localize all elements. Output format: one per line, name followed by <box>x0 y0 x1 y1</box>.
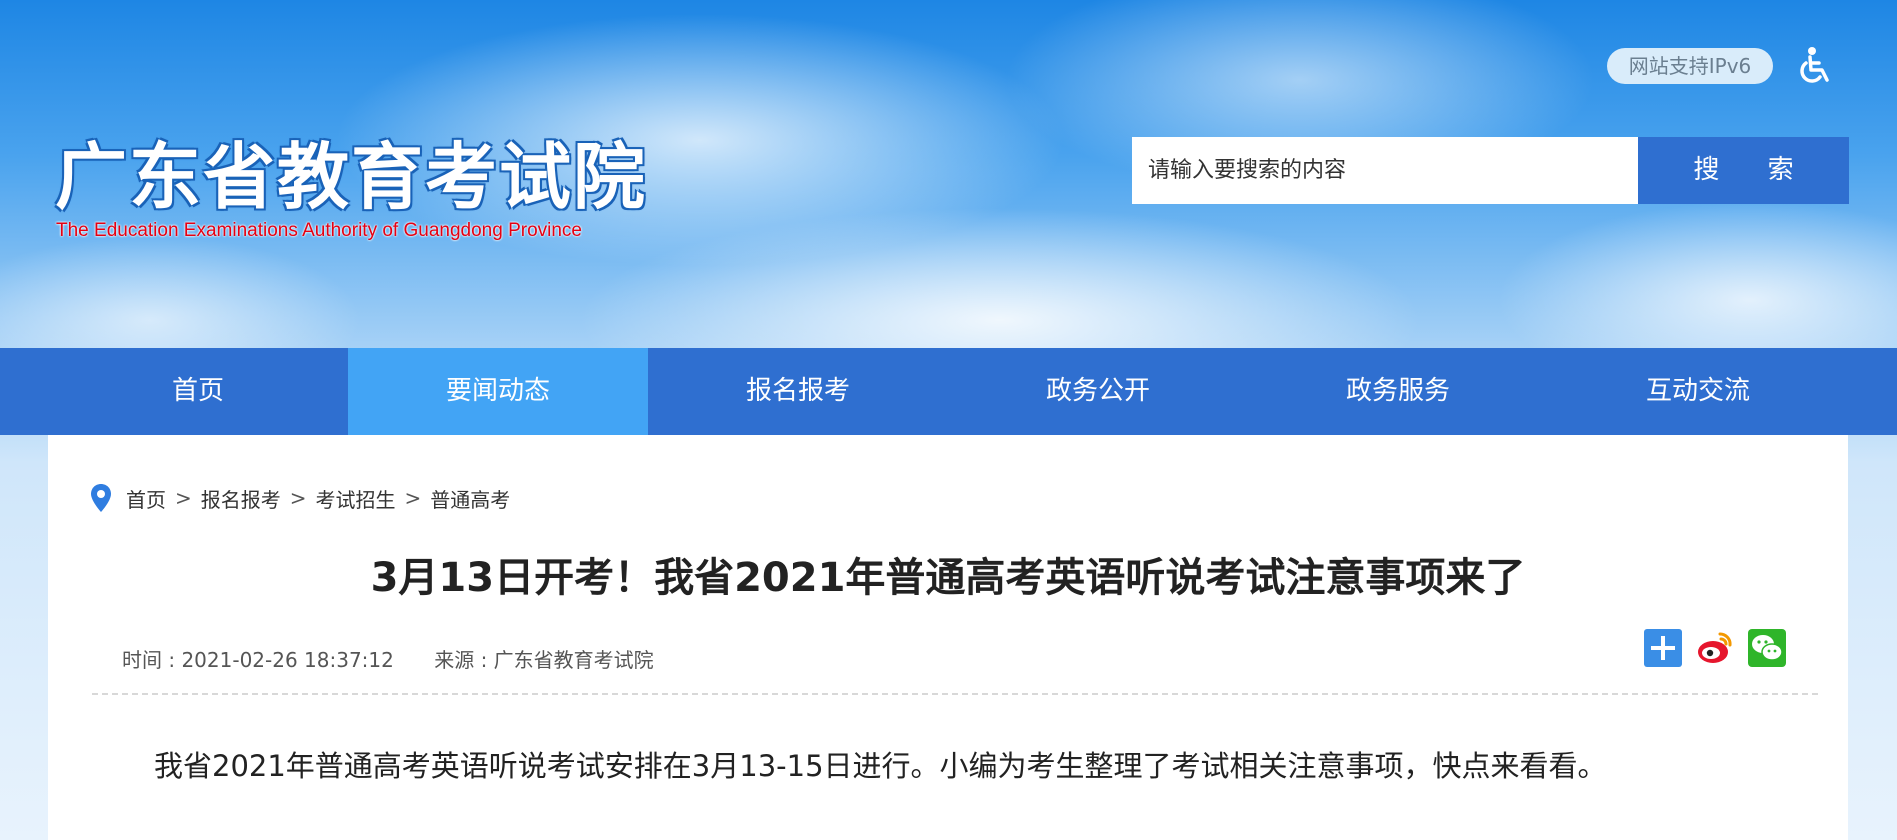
breadcrumb-exam-enrollment[interactable]: 考试招生 <box>316 484 396 513</box>
search-button[interactable]: 搜 索 <box>1638 137 1849 204</box>
breadcrumb-separator: > <box>404 486 422 510</box>
breadcrumb-registration[interactable]: 报名报考 <box>201 484 281 513</box>
ipv6-badge: 网站支持IPv6 <box>1607 48 1773 84</box>
article-time: 时间 : 2021-02-26 18:37:12 <box>122 648 394 672</box>
breadcrumb-separator: > <box>289 486 307 510</box>
nav-item-news[interactable]: 要闻动态 <box>348 348 648 435</box>
main-nav: 首页 要闻动态 报名报考 政务公开 政务服务 互动交流 <box>0 348 1897 435</box>
article-title: 3月13日开考！我省2021年普通高考英语听说考试注意事项来了 <box>370 555 1526 601</box>
search-input[interactable] <box>1132 137 1638 204</box>
site-logo-subtitle: The Education Examinations Authority of … <box>56 220 582 241</box>
share-plus-icon[interactable] <box>1644 629 1682 667</box>
breadcrumb-separator: > <box>175 486 192 510</box>
wheelchair-icon[interactable] <box>1796 46 1832 86</box>
wechat-icon[interactable] <box>1748 629 1786 667</box>
breadcrumb: 首页 > 报名报考 > 考试招生 > 普通高考 <box>90 483 510 513</box>
article-meta: 时间 : 2021-02-26 18:37:12 来源 : 广东省教育考试院 <box>122 644 654 673</box>
breadcrumb-home[interactable]: 首页 <box>126 484 166 513</box>
weibo-icon[interactable] <box>1696 629 1734 667</box>
article-panel: 首页 > 报名报考 > 考试招生 > 普通高考 3月13日开考！我省2021年普… <box>48 435 1848 840</box>
nav-item-interaction[interactable]: 互动交流 <box>1548 348 1848 435</box>
article-intro-paragraph: 我省2021年普通高考英语听说考试安排在3月13-15日进行。小编为考生整理了考… <box>154 749 1607 783</box>
article-source: 来源 : 广东省教育考试院 <box>434 648 654 672</box>
meta-divider <box>92 693 1818 695</box>
location-pin-icon <box>91 484 111 512</box>
site-header: 广东省教育考试院 The Education Examinations Auth… <box>0 0 1897 348</box>
site-logo-title[interactable]: 广东省教育考试院 <box>55 118 647 223</box>
nav-item-government-services[interactable]: 政务服务 <box>1248 348 1548 435</box>
nav-item-government-affairs[interactable]: 政务公开 <box>948 348 1248 435</box>
breadcrumb-gaokao[interactable]: 普通高考 <box>430 484 510 513</box>
nav-item-home[interactable]: 首页 <box>48 348 348 435</box>
nav-item-registration[interactable]: 报名报考 <box>648 348 948 435</box>
